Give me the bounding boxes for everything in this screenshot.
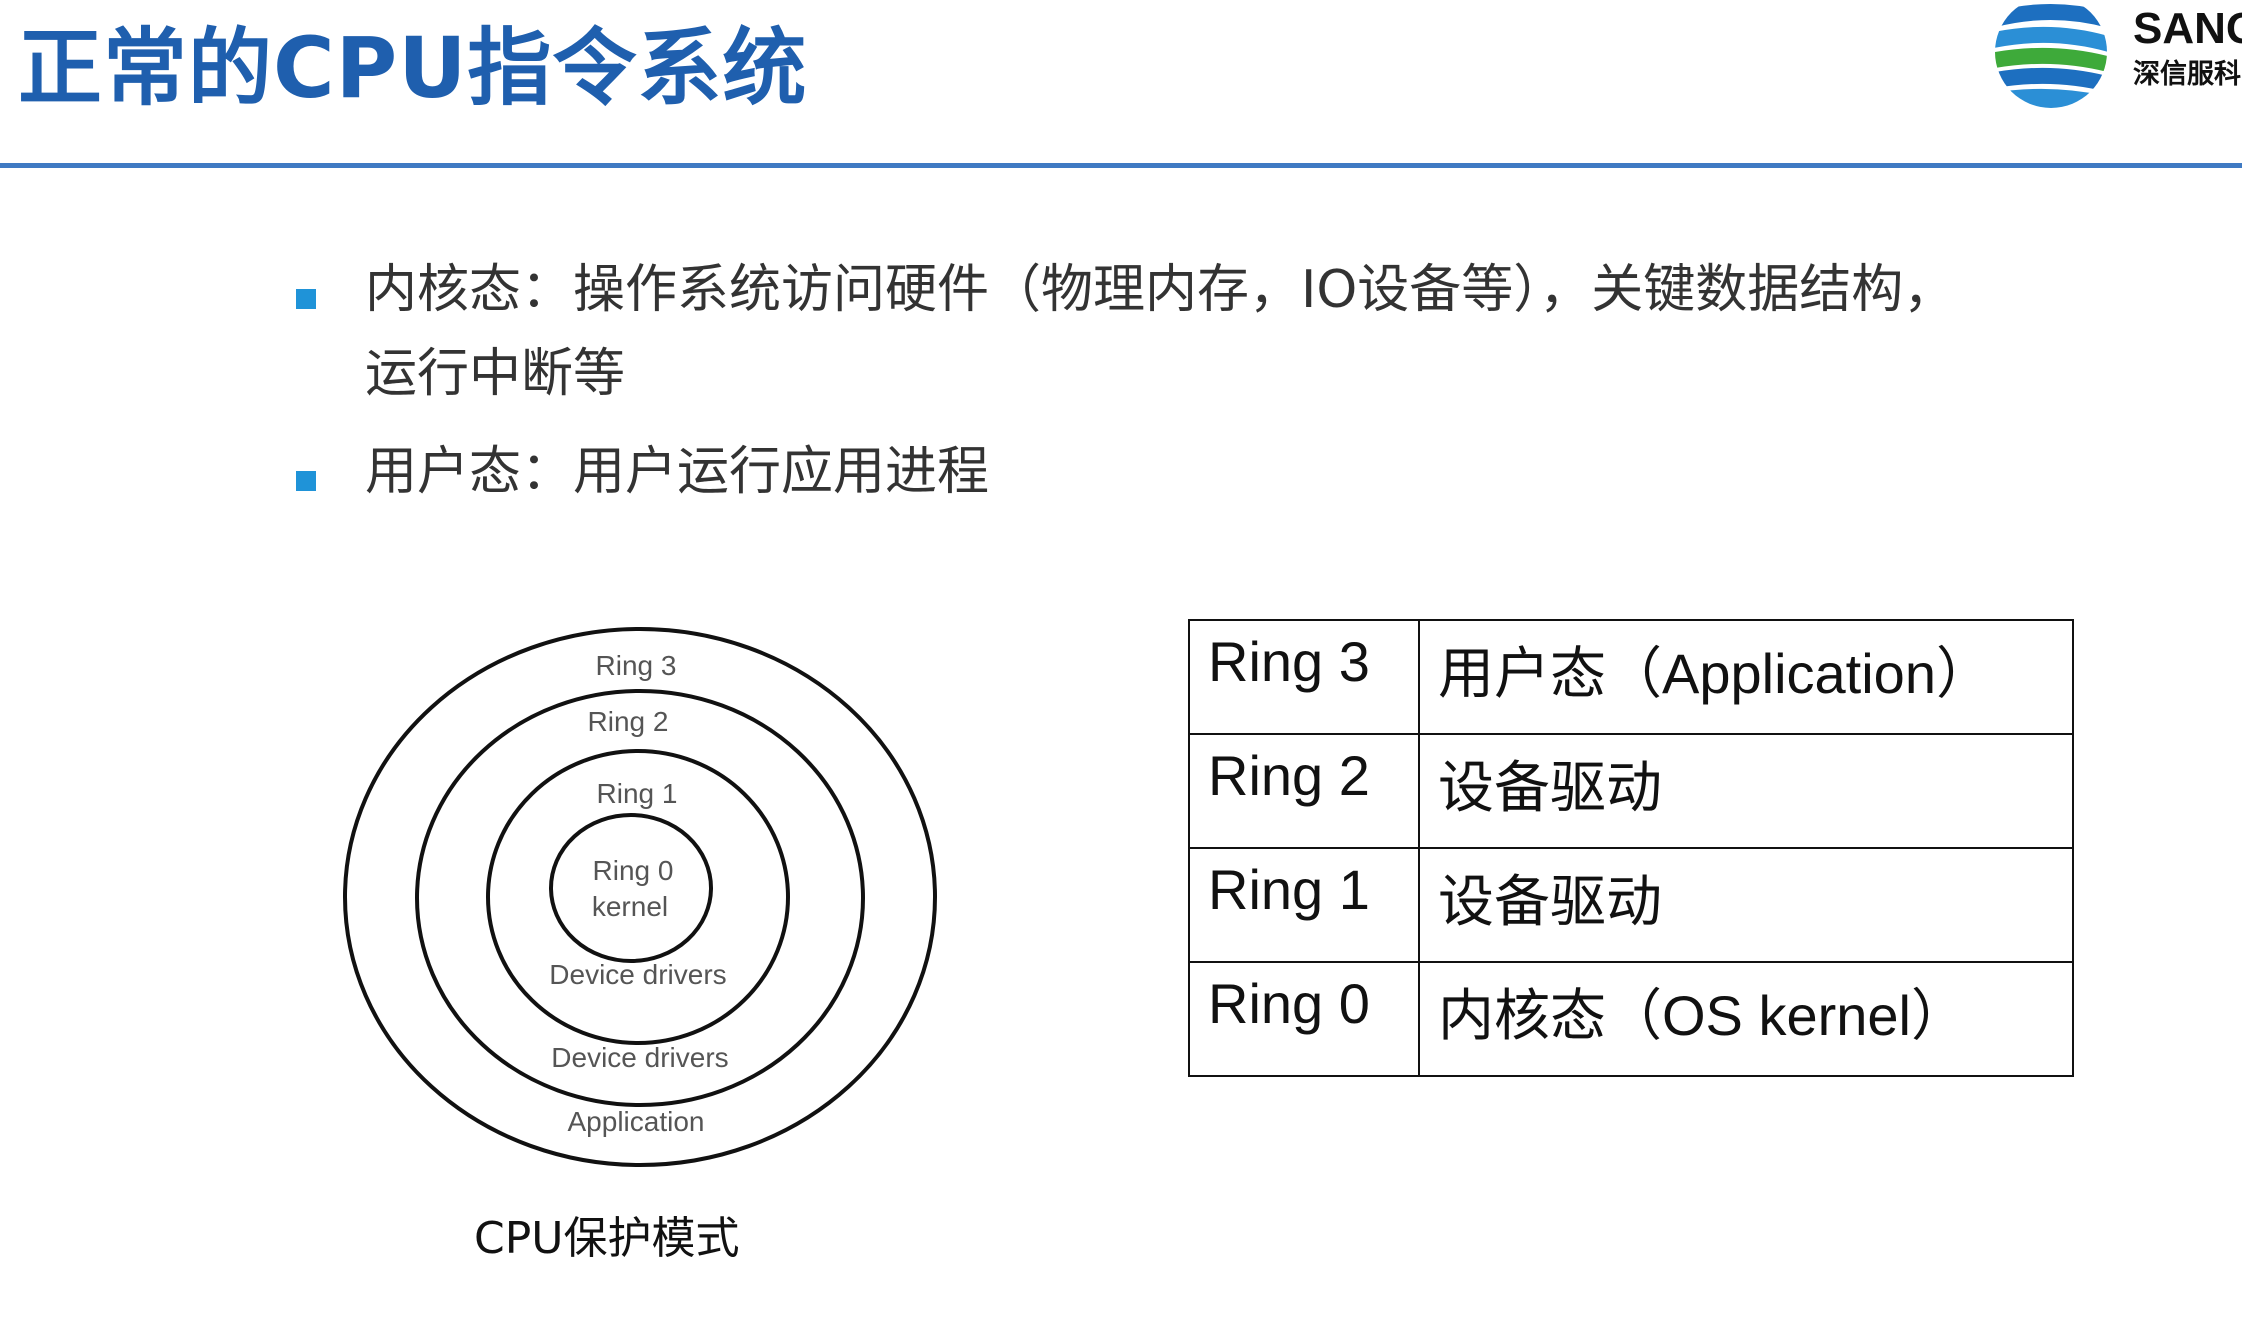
kernel-label: kernel	[592, 891, 668, 922]
application-label: Application	[568, 1106, 705, 1137]
table-row: Ring 1 设备驱动	[1188, 847, 2074, 963]
device-drivers-inner-label: Device drivers	[549, 959, 726, 990]
logo-subtitle: 深信服科	[2133, 59, 2241, 90]
bullet-item: 内核态：操作系统访问硬件（物理内存，IO设备等），关键数据结构， 运行中断等	[290, 248, 2090, 416]
header-divider	[0, 163, 2242, 168]
slide-title: 正常的CPU指令系统	[18, 19, 808, 117]
bullet-list: 内核态：操作系统访问硬件（物理内存，IO设备等），关键数据结构， 运行中断等 用…	[290, 248, 2090, 514]
description-cell: 用户态（Application）	[1418, 619, 2074, 735]
ring-1-label: Ring 1	[597, 778, 678, 809]
table-row: Ring 2 设备驱动	[1188, 733, 2074, 849]
bullet-text-line: 用户态：用户运行应用进程	[365, 442, 990, 502]
square-bullet-icon	[296, 471, 316, 491]
description-cell: 内核态（OS kernel）	[1418, 961, 2074, 1077]
ring-cell: Ring 2	[1188, 733, 1420, 849]
ring-0-label: Ring 0	[593, 855, 674, 886]
description-cell: 设备驱动	[1418, 847, 2074, 963]
cpu-ring-diagram: Ring 3 Ring 2 Ring 1 Ring 0 kernel Devic…	[343, 627, 937, 1167]
bullet-text-line: 运行中断等	[365, 344, 626, 404]
ring-cell: Ring 0	[1188, 961, 1420, 1077]
ring-table: Ring 3 用户态（Application） Ring 2 设备驱动 Ring…	[1188, 619, 2074, 1077]
ring-cell: Ring 3	[1188, 619, 1420, 735]
table-row: Ring 0 内核态（OS kernel）	[1188, 961, 2074, 1077]
device-drivers-outer-label: Device drivers	[551, 1042, 728, 1073]
diagram-caption: CPU保护模式	[474, 1213, 740, 1264]
ring-cell: Ring 1	[1188, 847, 1420, 963]
ring-3-label: Ring 3	[596, 650, 677, 681]
description-cell: 设备驱动	[1418, 733, 2074, 849]
table-row: Ring 3 用户态（Application）	[1188, 619, 2074, 735]
ring-2-label: Ring 2	[588, 706, 669, 737]
bullet-text-line: 内核态：操作系统访问硬件（物理内存，IO设备等），关键数据结构，	[365, 260, 1956, 320]
logo-globe-icon	[1995, 0, 2107, 108]
logo-wordmark: SANG	[2133, 4, 2242, 53]
square-bullet-icon	[296, 289, 316, 309]
ring-0-circle	[549, 813, 713, 963]
bullet-item: 用户态：用户运行应用进程	[290, 430, 2090, 514]
